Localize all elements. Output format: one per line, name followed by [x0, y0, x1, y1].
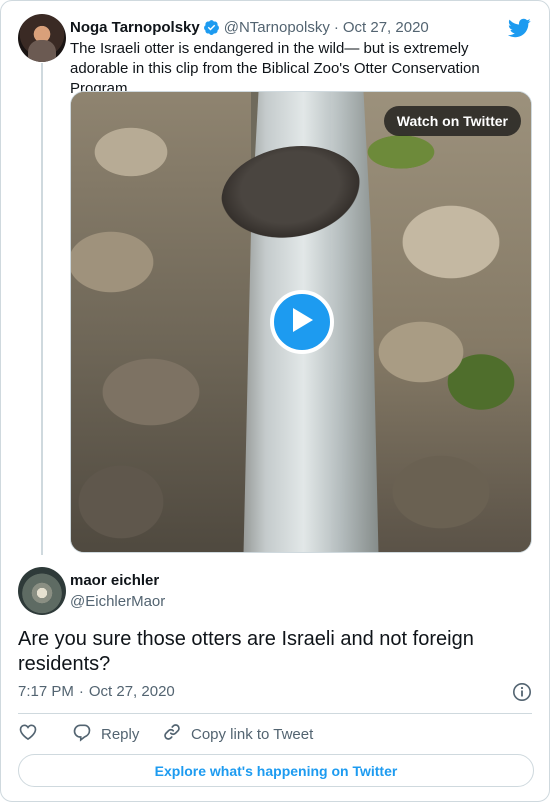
quoted-tweet-date[interactable]: Oct 27, 2020 — [343, 19, 429, 36]
reply-date[interactable]: Oct 27, 2020 — [89, 683, 175, 700]
thread-line — [41, 63, 43, 555]
video-frame-rocks-left — [71, 92, 251, 552]
watch-on-twitter-button[interactable]: Watch on Twitter — [383, 106, 521, 136]
reply-author-name[interactable]: maor eichler — [70, 572, 159, 589]
reply-timestamp[interactable]: 7:17 PM · Oct 27, 2020 — [18, 683, 175, 700]
reply-author-handle[interactable]: @EichlerMaor — [70, 593, 165, 610]
reply-time[interactable]: 7:17 PM — [18, 683, 74, 700]
quoted-author-avatar[interactable] — [18, 14, 66, 62]
divider — [18, 713, 532, 714]
heart-icon — [18, 722, 38, 746]
tweet-embed-card: Noga Tarnopolsky @NTarnopolsky · Oct 27,… — [0, 0, 550, 802]
copy-link-button[interactable]: Copy link to Tweet — [162, 722, 313, 746]
copy-link-label: Copy link to Tweet — [191, 725, 314, 743]
reply-author-avatar[interactable] — [18, 567, 66, 615]
info-icon[interactable] — [512, 682, 532, 707]
quoted-author-name[interactable]: Noga Tarnopolsky — [70, 19, 200, 36]
timestamp-separator: · — [78, 683, 84, 700]
tweet-actions: Reply Copy link to Tweet — [18, 723, 313, 745]
play-icon — [289, 306, 315, 339]
play-button[interactable] — [270, 290, 334, 354]
explore-twitter-button[interactable]: Explore what's happening on Twitter — [18, 754, 534, 787]
verified-badge-icon — [203, 19, 220, 36]
header-separator: · — [333, 18, 339, 36]
quoted-author-handle[interactable]: @NTarnopolsky — [224, 19, 330, 36]
quoted-tweet-text: The Israeli otter is endangered in the w… — [70, 40, 480, 97]
reply-label: Reply — [101, 725, 140, 743]
reply-button[interactable]: Reply — [72, 722, 162, 746]
reply-bubble-icon — [72, 722, 92, 746]
reply-tweet-text: Are you sure those otters are Israeli an… — [18, 628, 474, 675]
video-player[interactable]: Watch on Twitter — [70, 91, 532, 553]
quoted-tweet-header: Noga Tarnopolsky @NTarnopolsky · Oct 27,… — [70, 17, 429, 37]
link-icon — [162, 722, 182, 746]
like-button[interactable] — [18, 722, 72, 746]
